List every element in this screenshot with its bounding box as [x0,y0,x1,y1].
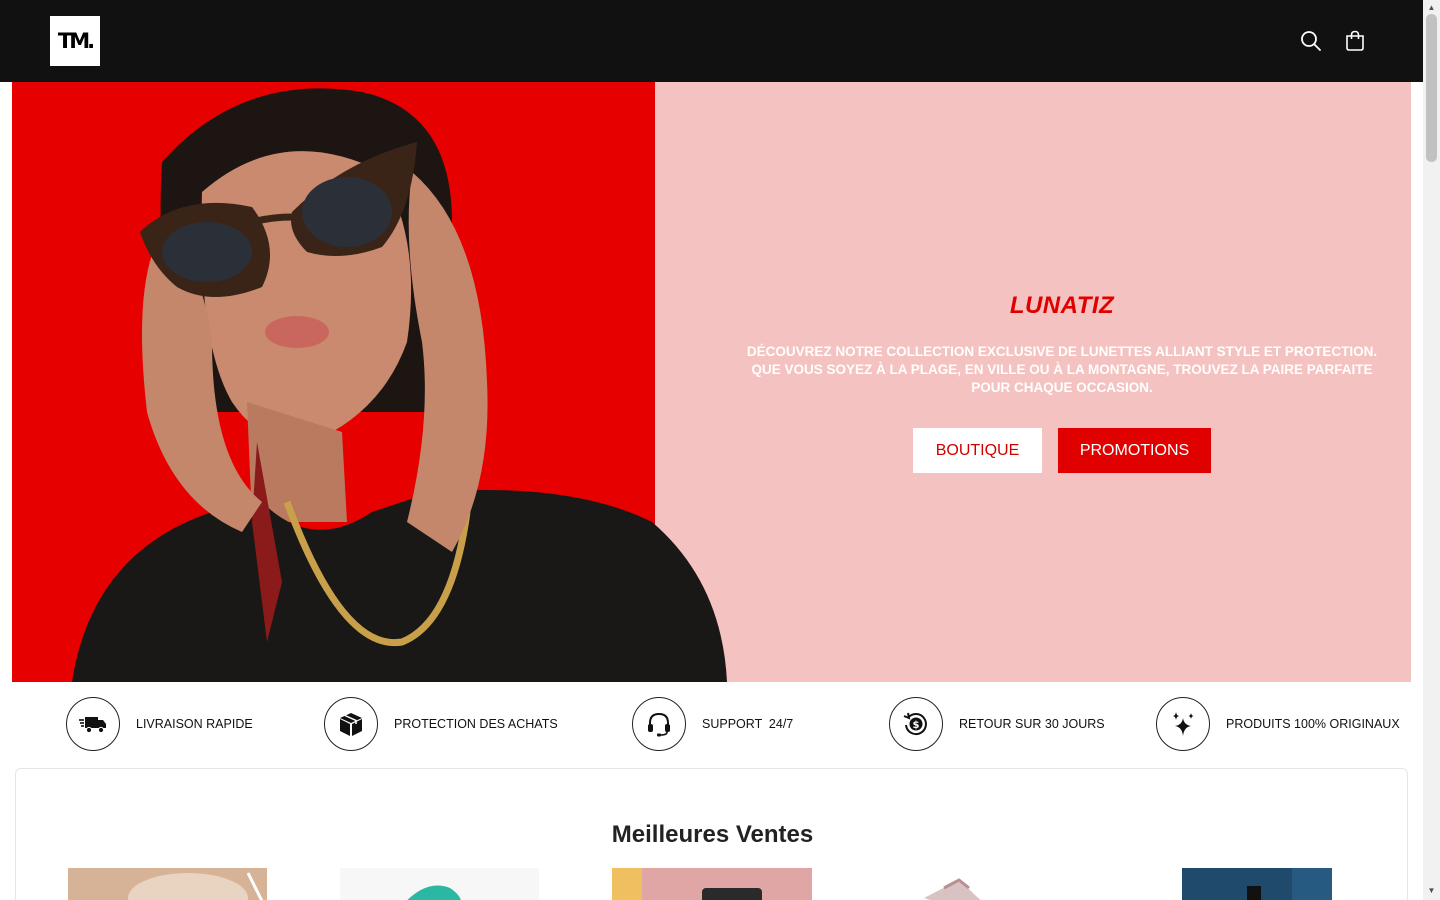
package-icon [324,697,378,751]
feature-label: PRODUITS 100% ORIGINAUX [1226,717,1400,731]
logo-text: TM. [57,29,95,53]
product-card-image[interactable] [340,868,539,900]
hero-description: DÉCOUVREZ NOTRE COLLECTION EXCLUSIVE DE … [746,344,1378,395]
scroll-up-arrow-icon[interactable]: ▲ [1427,3,1436,12]
feature-originals: PRODUITS 100% ORIGINAUX [1156,697,1400,751]
product-card-image[interactable] [68,868,267,900]
svg-text:$: $ [913,720,920,731]
product-card-image[interactable] [1182,868,1332,900]
best-sellers-section: Meilleures Ventes [15,768,1408,900]
feature-returns: $ RETOUR SUR 30 JOURS [889,697,1105,751]
promotions-button[interactable]: PROMOTIONS [1058,428,1211,473]
feature-label: LIVRAISON RAPIDE [136,717,253,731]
section-title: Meilleures Ventes [611,821,814,848]
page-scrollbar[interactable]: ▲ ▼ [1423,0,1440,900]
hero-banner: LUNATIZ DÉCOUVREZ NOTRE COLLECTION EXCLU… [12,82,1411,682]
product-card-image[interactable] [884,868,1084,900]
search-icon[interactable] [1296,26,1326,56]
feature-purchase-protection: PROTECTION DES ACHATS [324,697,558,751]
sparkles-icon [1156,697,1210,751]
feature-fast-delivery: LIVRAISON RAPIDE [66,697,253,751]
site-header: TM. [0,0,1423,82]
money-back-icon: $ [889,697,943,751]
scroll-down-arrow-icon[interactable]: ▼ [1427,886,1436,895]
shop-button[interactable]: BOUTIQUE [913,428,1042,473]
feature-label: PROTECTION DES ACHATS [394,717,558,731]
hero-model-photo [12,82,727,682]
hero-content: LUNATIZ DÉCOUVREZ NOTRE COLLECTION EXCLU… [732,82,1392,682]
cart-icon[interactable] [1340,26,1370,56]
delivery-truck-icon [66,697,120,751]
headset-icon [632,697,686,751]
product-card-image[interactable] [612,868,812,900]
feature-support: SUPPORT 24/7 [632,697,793,751]
scrollbar-thumb[interactable] [1426,14,1437,162]
feature-label: RETOUR SUR 30 JOURS [959,717,1105,731]
feature-label: SUPPORT 24/7 [702,717,794,731]
store-logo[interactable]: TM. [50,16,100,66]
hero-title: LUNATIZ [1009,292,1115,319]
